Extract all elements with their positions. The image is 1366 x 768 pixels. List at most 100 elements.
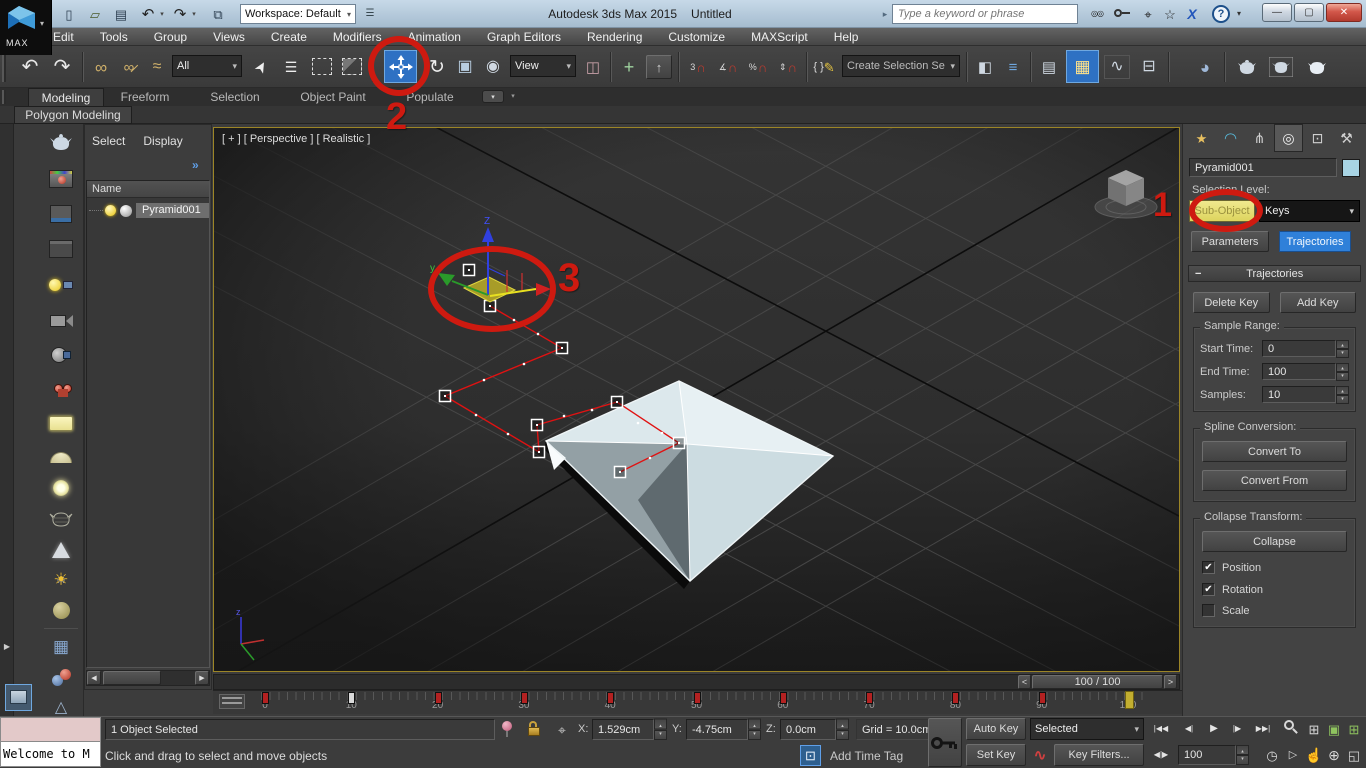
zoom-icon[interactable] [1284,720,1302,738]
keyboard-shortcut-override-button[interactable]: ↑ [646,55,672,79]
tab-utilities-icon[interactable]: ⚒ [1332,124,1361,152]
scene-explorer-toggle-button[interactable]: ▦ [1066,50,1099,83]
reference-coordinate-combo[interactable]: View ▾ [510,55,576,77]
communication-center-icon[interactable]: ⌖ [1138,5,1158,23]
tab-create-icon[interactable]: ★ [1187,124,1216,152]
ribbon-tab-modeling[interactable]: Modeling [28,88,104,106]
explorer-display-menu[interactable]: Display [143,134,182,148]
explorer-chevron-icon[interactable]: » [192,158,199,172]
scroll-thumb[interactable] [103,671,161,685]
tab-hierarchy-icon[interactable]: ⋔ [1245,124,1274,152]
collapse-button[interactable]: Collapse [1202,531,1347,552]
omni-light-icon[interactable] [46,475,76,501]
exchange-icon[interactable]: X [1182,5,1202,23]
search-input[interactable] [892,4,1078,24]
menu-views[interactable]: Views [213,30,245,44]
sphere-primitive-icon[interactable] [46,597,76,623]
convert-from-button[interactable]: Convert From [1202,470,1347,491]
explorer-name-header[interactable]: Name [87,181,209,198]
pan-hand-icon[interactable]: ☝ [1304,745,1324,765]
time-configuration-icon[interactable]: ◷ [1262,745,1282,765]
start-time-field[interactable]: 0 [1262,340,1336,357]
samples-spinner[interactable]: ▾▾ [1336,386,1349,403]
ribbon-caret2-icon[interactable]: ▾ [508,90,518,103]
plane-primitive-icon[interactable] [46,410,76,436]
render-setup-icon[interactable] [1232,52,1262,82]
y-coordinate-field[interactable]: -4.75cm [686,719,748,740]
trackbar-key-red[interactable] [694,692,701,704]
zoom-all-icon[interactable]: ⊞ [1304,719,1324,739]
particle-array-icon[interactable]: ▦ [46,634,76,660]
window-crossing-icon[interactable] [342,58,362,75]
x-spinner[interactable]: ▾▾ [654,719,667,740]
previous-frame-icon[interactable]: ◀| [1178,719,1200,739]
trajectories-rollout-header[interactable]: − Trajectories [1188,265,1361,282]
samples-field[interactable]: 10 [1262,386,1336,403]
viewport-label[interactable]: [ + ] [ Perspective ] [ Realistic ] [222,133,370,145]
viewport[interactable]: Z y z [213,127,1180,672]
render-setup-dialog-icon[interactable] [46,201,76,227]
isolate-selection-toggle[interactable]: ⊡ [800,745,821,766]
menu-edit[interactable]: Edit [53,30,74,44]
zoom-extents-all-icon[interactable]: ⊞ [1344,719,1364,739]
red-camera-icon[interactable] [46,375,76,401]
position-checkbox[interactable]: ✔ [1202,561,1215,574]
scroll-right-icon[interactable]: ▶ [195,671,209,685]
current-frame-field[interactable]: 100 [1178,745,1236,765]
mini-listener-tile[interactable] [5,684,32,711]
select-and-place-icon[interactable]: ◉ [480,52,506,82]
object-color-swatch[interactable] [1342,159,1360,177]
menu-tools[interactable]: Tools [100,30,128,44]
curve-editor-icon[interactable]: ∿ [1104,55,1130,79]
key-filters-button[interactable]: Key Filters... [1054,744,1144,766]
dumbbell-icon[interactable] [46,664,76,690]
selection-lock-pin-icon[interactable] [502,721,514,738]
schematic-view-icon[interactable]: ⊟ [1136,52,1162,82]
render-production-icon[interactable] [1302,52,1332,82]
select-and-scale-icon[interactable]: ▣ [452,52,478,82]
ribbon-minimize-button[interactable]: ▾ [482,90,504,103]
menu-rendering[interactable]: Rendering [587,30,642,44]
sign-in-key-icon[interactable] [1114,9,1132,19]
menu-modifiers[interactable]: Modifiers [333,30,382,44]
z-spinner[interactable]: ▾▾ [836,719,849,740]
end-time-spinner[interactable]: ▾▾ [1336,363,1349,380]
material-editor-icon[interactable]: ◕ [1192,52,1218,82]
menu-customize[interactable]: Customize [668,30,725,44]
maximize-viewport-icon[interactable]: ◱ [1344,745,1364,765]
app-logo[interactable]: MAX ▾ [0,0,52,55]
select-and-manipulate-icon[interactable]: + [616,52,642,82]
trajectories-button[interactable]: Trajectories [1279,231,1351,252]
named-selection-set-combo[interactable]: Create Selection Se ▾ [842,55,960,77]
zoom-extents-icon[interactable]: ▣ [1324,719,1344,739]
trackbar-key-red[interactable] [521,692,528,704]
search-icon[interactable]: ◎◎ [1086,6,1108,22]
percent-snap-icon[interactable]: %∩ [744,52,772,82]
z-coordinate-field[interactable]: 0.0cm [780,719,836,740]
workspace-combo[interactable]: Workspace: Default ▾ [240,4,356,24]
open-file-button[interactable]: ▱ [84,4,106,24]
object-name-field[interactable]: Pyramid001 [1189,158,1337,177]
use-pivot-center-icon[interactable]: ◫ [580,52,606,82]
key-filter-selection-combo[interactable]: Selected ▾ [1030,718,1144,740]
redo-button[interactable]: ↷ [170,4,190,24]
delete-key-button[interactable]: Delete Key [1193,292,1270,313]
dock-expand-arrow-icon[interactable]: ▶ [1,640,13,654]
edit-named-selection-icon[interactable]: { }✎ [810,52,838,82]
explorer-object-name[interactable]: Pyramid001 [136,203,209,218]
menu-create[interactable]: Create [271,30,307,44]
go-to-end-icon[interactable]: ▶▶| [1250,719,1276,739]
trackbar-key-red[interactable] [607,692,614,704]
object-sphere-icon[interactable] [120,205,132,217]
spinner-snap-icon[interactable]: ⇕∩ [774,52,802,82]
close-button[interactable]: ✕ [1326,3,1362,22]
maxscript-listener-pink[interactable] [0,717,101,742]
redo-caret-icon[interactable]: ▾ [190,8,198,20]
play-icon[interactable]: ▶ [1204,719,1224,739]
save-file-button[interactable]: ▤ [110,4,132,24]
restore-button[interactable]: ▢ [1294,3,1324,22]
toolbar-grip[interactable] [2,52,6,82]
polygon-modeling-panel-tab[interactable]: Polygon Modeling [14,106,132,124]
default-tangent-icon[interactable]: ∿ [1030,744,1050,766]
qat-overflow-button[interactable]: ☰ [362,5,378,23]
